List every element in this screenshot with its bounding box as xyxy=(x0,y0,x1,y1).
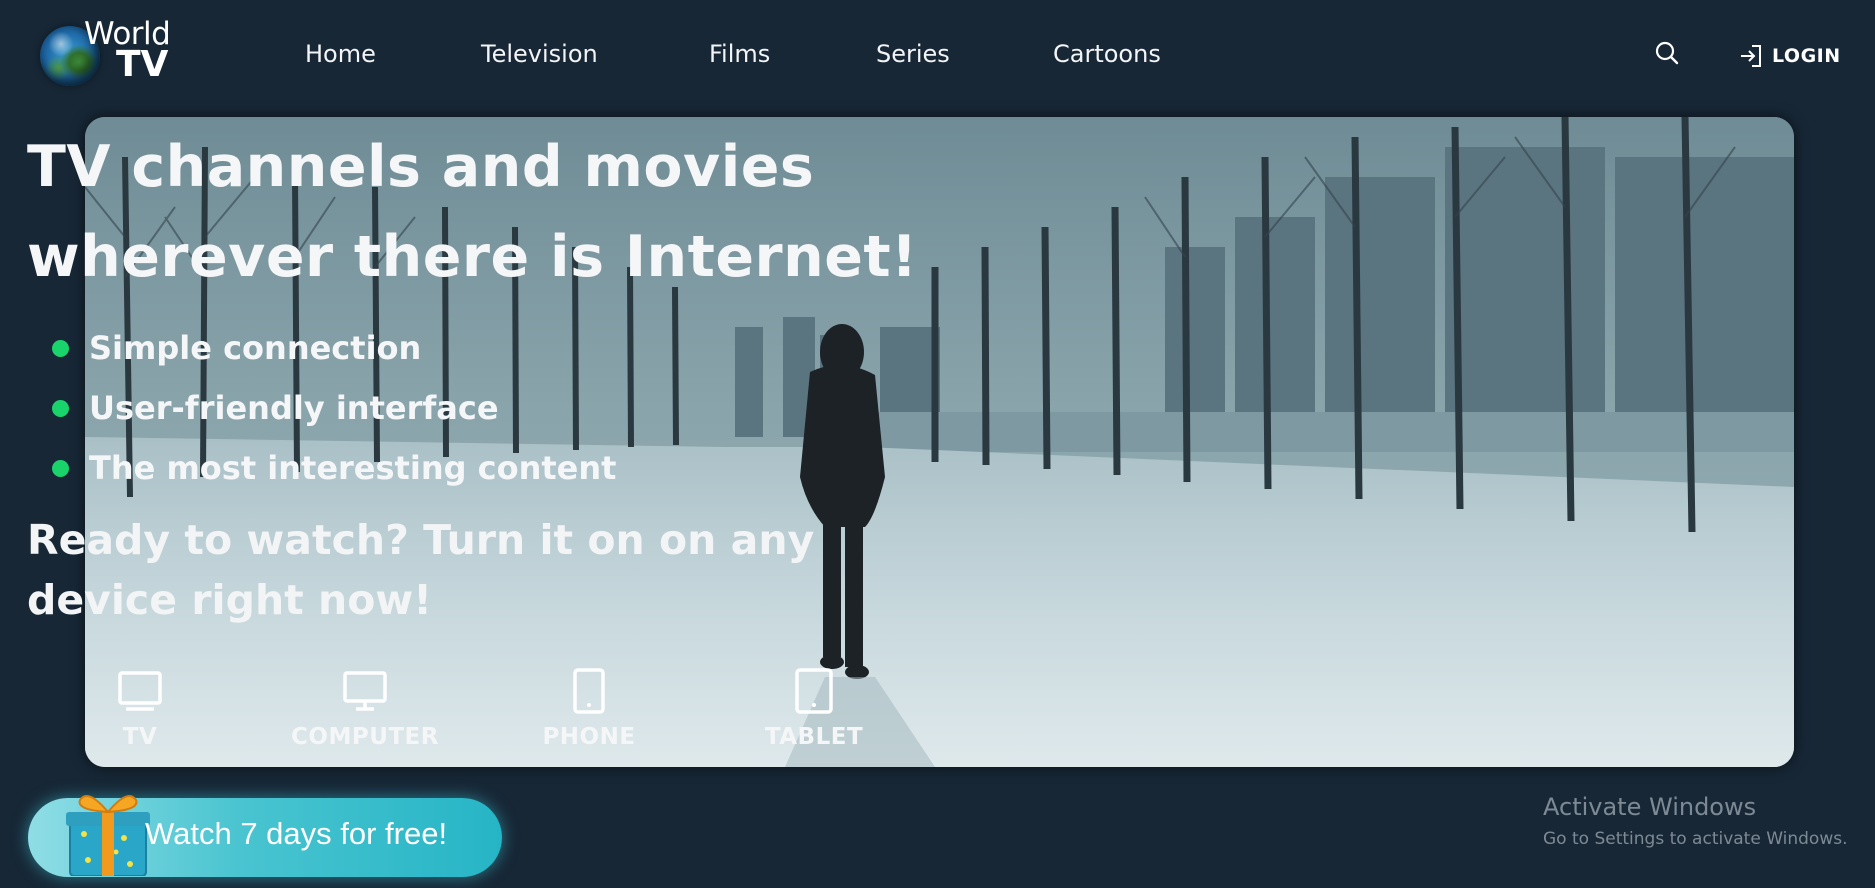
device-tv[interactable]: TV xyxy=(60,668,220,750)
login-label: LOGIN xyxy=(1772,45,1841,67)
phone-icon xyxy=(573,668,605,714)
watermark-subtitle: Go to Settings to activate Windows. xyxy=(1543,829,1848,849)
cta-line-1: Ready to watch? Turn it on on any xyxy=(27,516,815,564)
free-trial-label: Watch 7 days for free! xyxy=(145,816,448,851)
sign-in-icon xyxy=(1741,45,1761,67)
tablet-icon xyxy=(795,668,833,714)
device-phone[interactable]: PHONE xyxy=(509,668,669,750)
headline-line-2: wherever there is Internet! xyxy=(27,224,918,290)
nav-item-cartoons[interactable]: Cartoons xyxy=(1053,40,1161,68)
hero-headline: TV channels and movies wherever there is… xyxy=(27,122,927,302)
login-button[interactable]: LOGIN xyxy=(1738,42,1841,70)
device-label: TABLET xyxy=(764,724,864,750)
feature-label: User-friendly interface xyxy=(89,389,499,427)
feature-list: Simple connection User-friendly interfac… xyxy=(52,318,616,498)
device-tablet[interactable]: TABLET xyxy=(734,668,894,750)
device-label: TV xyxy=(122,724,158,750)
bullet-dot-icon xyxy=(52,339,69,357)
search-icon xyxy=(1655,41,1679,65)
headline-line-1: TV channels and movies xyxy=(27,134,815,200)
free-trial-button[interactable]: Watch 7 days for free! xyxy=(28,795,502,877)
nav-item-films[interactable]: Films xyxy=(709,40,770,68)
logo[interactable]: World TV xyxy=(38,16,188,94)
cta-line-2: device right now! xyxy=(27,576,432,624)
bullet-dot-icon xyxy=(52,399,69,417)
windows-activation-watermark: Activate Windows Go to Settings to activ… xyxy=(1543,793,1848,849)
nav-item-series[interactable]: Series xyxy=(876,40,950,68)
device-label: COMPUTER xyxy=(291,724,439,750)
cta-text: Ready to watch? Turn it on on any device… xyxy=(27,510,827,630)
nav-item-television[interactable]: Television xyxy=(481,40,598,68)
device-label: PHONE xyxy=(542,724,636,750)
tv-icon xyxy=(118,671,162,711)
logo-tv-text: TV xyxy=(116,44,169,85)
search-button[interactable] xyxy=(1654,40,1680,66)
watermark-title: Activate Windows xyxy=(1543,793,1757,821)
bullet-dot-icon xyxy=(52,459,69,477)
feature-label: The most interesting content xyxy=(89,449,617,487)
feature-item: Simple connection xyxy=(52,318,616,378)
gift-icon xyxy=(66,795,150,876)
desktop-icon xyxy=(343,671,387,711)
feature-label: Simple connection xyxy=(89,329,422,367)
nav-item-home[interactable]: Home xyxy=(305,40,376,68)
device-computer[interactable]: COMPUTER xyxy=(285,668,445,750)
feature-item: User-friendly interface xyxy=(52,378,616,438)
feature-item: The most interesting content xyxy=(52,438,616,498)
